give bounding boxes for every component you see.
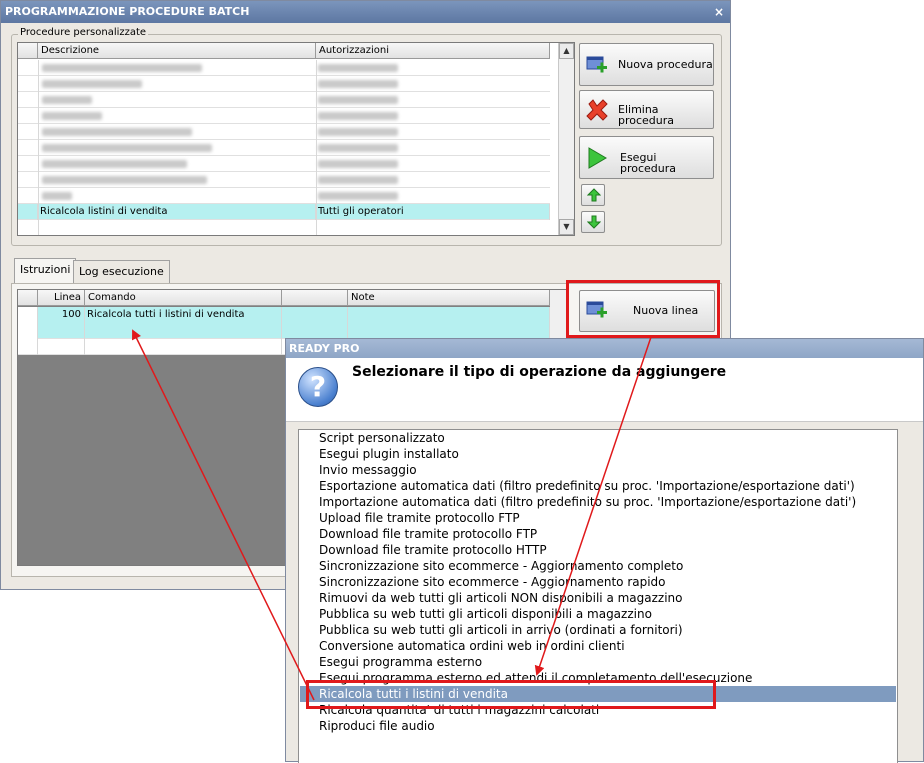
cell-blank	[282, 307, 348, 339]
column-header-description[interactable]: Descrizione	[38, 43, 316, 59]
procedures-scrollbar[interactable]: ▲ ▼	[558, 43, 574, 235]
delete-procedure-label: Elimina procedura	[618, 103, 675, 127]
table-row[interactable]	[18, 60, 550, 76]
list-item[interactable]: Upload file tramite protocollo FTP	[300, 510, 896, 526]
column-header-blank[interactable]	[282, 290, 348, 306]
run-procedure-button[interactable]: Esegui procedura	[579, 136, 714, 179]
table-row[interactable]	[18, 108, 550, 124]
list-item[interactable]: Conversione automatica ordini web in ord…	[300, 638, 896, 654]
row-indicator-header	[18, 43, 38, 59]
operation-list[interactable]: Script personalizzato Esegui plugin insta…	[298, 429, 898, 763]
dialog-header: ? Selezionare il tipo di operazione da a…	[286, 358, 923, 422]
cell-command: Ricalcola tutti i listini di vendita	[85, 307, 282, 339]
lines-grid-header: Linea Comando Note	[18, 290, 550, 306]
row-indicator	[18, 204, 38, 220]
window-title: PROGRAMMAZIONE PROCEDURE BATCH	[5, 5, 250, 18]
list-item[interactable]: Sincronizzazione sito ecommerce - Aggior…	[300, 574, 896, 590]
tab-istruzioni[interactable]: Istruzioni	[14, 258, 77, 284]
procedures-grid-header: Descrizione Autorizzazioni	[18, 43, 550, 59]
cell-authorization: Tutti gli operatori	[316, 204, 550, 220]
close-icon[interactable]: ×	[714, 1, 724, 23]
cell-line: 100	[38, 307, 85, 339]
move-up-button[interactable]	[581, 184, 605, 206]
list-item[interactable]: Invio messaggio	[300, 462, 896, 478]
procedures-grid[interactable]: Descrizione Autorizzazioni Ricalcola lis…	[17, 42, 575, 236]
list-item[interactable]: Sincronizzazione sito ecommerce - Aggior…	[300, 558, 896, 574]
green-play-icon	[588, 147, 607, 169]
list-item[interactable]: Download file tramite protocollo FTP	[300, 526, 896, 542]
question-icon: ?	[298, 367, 338, 407]
green-down-arrow-icon	[587, 215, 601, 229]
scroll-down-icon[interactable]: ▼	[559, 219, 574, 235]
window-title-bar: PROGRAMMAZIONE PROCEDURE BATCH	[1, 1, 730, 23]
annotation-box-new-line	[566, 280, 720, 338]
table-row-selected[interactable]: 100 Ricalcola tutti i listini di vendita	[18, 307, 550, 339]
column-header-line[interactable]: Linea	[38, 290, 85, 306]
list-item[interactable]: Script personalizzato	[300, 430, 896, 446]
list-item[interactable]: Pubblica su web tutti gli articoli in ar…	[300, 622, 896, 638]
table-row[interactable]	[18, 172, 550, 188]
dialog-heading: Selezionare il tipo di operazione da agg…	[352, 364, 727, 380]
table-row[interactable]	[18, 140, 550, 156]
annotation-box-selected-option	[306, 680, 716, 709]
list-item[interactable]: Esegui plugin installato	[300, 446, 896, 462]
move-down-button[interactable]	[581, 211, 605, 233]
table-row[interactable]	[18, 124, 550, 140]
add-window-icon	[586, 56, 607, 73]
new-procedure-button[interactable]: Nuova procedura	[579, 43, 714, 86]
list-item[interactable]: Riproduci file audio	[300, 718, 896, 734]
column-header-note[interactable]: Note	[348, 290, 550, 306]
table-row-selected[interactable]: Ricalcola listini di vendita Tutti gli o…	[18, 204, 550, 220]
procedures-group-label: Procedure personalizzate	[18, 27, 149, 38]
tab-log-esecuzione[interactable]: Log esecuzione	[73, 260, 170, 284]
cell-description: Ricalcola listini di vendita	[38, 204, 316, 220]
delete-procedure-button[interactable]: Elimina procedura	[579, 90, 714, 129]
row-indicator-header	[18, 290, 38, 306]
list-item[interactable]: Pubblica su web tutti gli articoli dispo…	[300, 606, 896, 622]
dialog-title-bar: READY PRO	[286, 339, 923, 358]
cell-note	[348, 307, 550, 339]
row-indicator	[18, 307, 38, 339]
red-x-icon	[586, 99, 608, 121]
dialog-title: READY PRO	[289, 342, 360, 355]
list-item[interactable]: Esegui programma esterno	[300, 654, 896, 670]
scroll-up-icon[interactable]: ▲	[559, 43, 574, 59]
table-row[interactable]	[18, 156, 550, 172]
column-header-authorizations[interactable]: Autorizzazioni	[316, 43, 550, 59]
run-procedure-label: Esegui procedura	[620, 151, 677, 175]
column-header-command[interactable]: Comando	[85, 290, 282, 306]
table-row[interactable]	[18, 92, 550, 108]
list-item[interactable]: Esportazione automatica dati (filtro pre…	[300, 478, 896, 494]
list-item[interactable]: Rimuovi da web tutti gli articoli NON di…	[300, 590, 896, 606]
green-up-arrow-icon	[587, 188, 601, 202]
table-row[interactable]	[18, 76, 550, 92]
table-row[interactable]	[18, 220, 550, 235]
table-row[interactable]	[18, 188, 550, 204]
list-item[interactable]: Importazione automatica dati (filtro pre…	[300, 494, 896, 510]
new-procedure-label: Nuova procedura	[618, 58, 713, 71]
list-item[interactable]: Download file tramite protocollo HTTP	[300, 542, 896, 558]
